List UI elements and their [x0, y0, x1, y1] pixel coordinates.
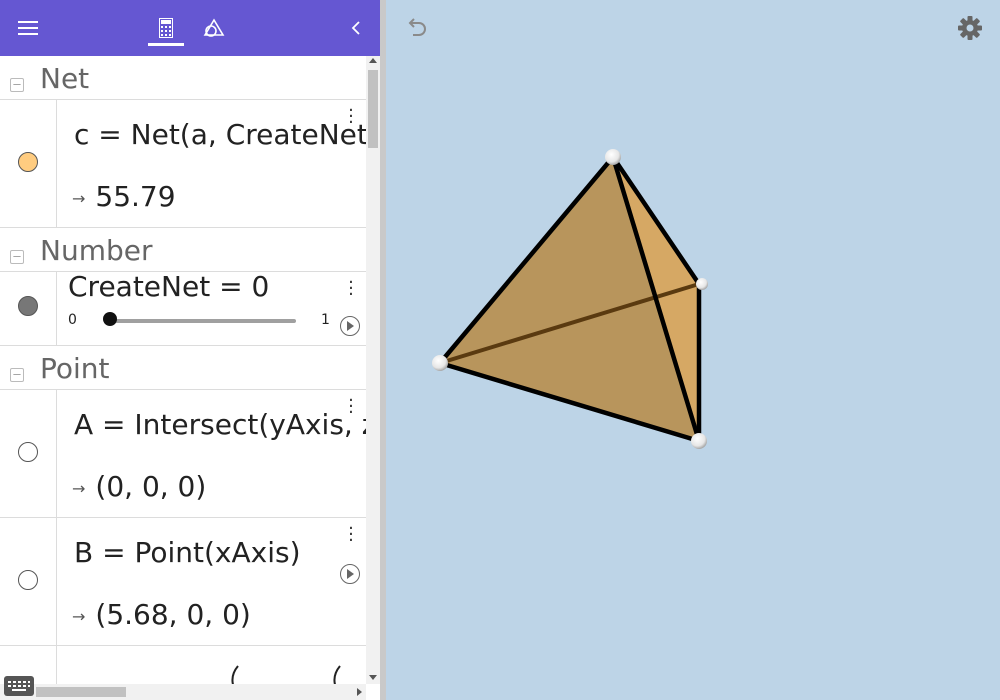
list-item[interactable]: A = Intersect(yAxis, z → (0, 0, 0) · · · — [0, 390, 366, 518]
keyboard-icon[interactable] — [4, 676, 34, 696]
output-text: 55.79 — [95, 180, 176, 213]
list-item[interactable]: CreateNet = 0 0 1 · · · — [0, 270, 366, 346]
visibility-toggle[interactable] — [18, 442, 38, 462]
visibility-toggle[interactable] — [18, 296, 38, 316]
more-options-icon[interactable]: · · · — [344, 520, 358, 550]
algebra-view: – Net c = Net(a, CreateNet → 55.79 · · · – … — [0, 0, 380, 700]
scroll-down-icon[interactable] — [369, 675, 377, 680]
slider-handle[interactable] — [103, 312, 117, 326]
definition[interactable]: A = Intersect(yAxis, z — [74, 408, 366, 441]
definition[interactable]: c = Net(a, CreateNet — [74, 118, 366, 151]
more-options-icon[interactable]: · · · — [344, 392, 358, 422]
marble-column — [0, 518, 57, 645]
output-text: (5.68, 0, 0) — [95, 598, 251, 631]
output-value: → (0, 0, 0) — [72, 470, 206, 503]
scroll-up-icon[interactable] — [369, 58, 377, 63]
more-options-icon[interactable]: · · · — [344, 274, 358, 304]
play-icon[interactable] — [340, 316, 360, 336]
clipped-definition — [231, 665, 341, 684]
output-value: → (5.68, 0, 0) — [72, 598, 251, 631]
point-vertex[interactable] — [696, 278, 708, 290]
output-value: → 55.79 — [72, 180, 176, 213]
list-item[interactable]: c = Net(a, CreateNet → 55.79 · · · — [0, 100, 366, 228]
undo-icon[interactable] — [404, 14, 430, 40]
collapse-icon[interactable]: – — [10, 250, 24, 264]
output-arrow: → — [72, 606, 86, 626]
toolbar — [0, 0, 380, 56]
slider-track[interactable] — [110, 319, 296, 323]
scroll-thumb[interactable] — [36, 687, 126, 697]
visibility-toggle[interactable] — [18, 152, 38, 172]
active-tab-indicator — [148, 43, 184, 46]
collapse-icon[interactable]: – — [10, 78, 24, 92]
definition[interactable]: B = Point(xAxis) — [74, 536, 301, 569]
point-vertex[interactable] — [605, 149, 621, 165]
gear-icon[interactable] — [956, 14, 984, 42]
marble-column — [0, 390, 57, 517]
algebra-list: – Net c = Net(a, CreateNet → 55.79 · · · – … — [0, 56, 366, 684]
graphics-3d-view[interactable] — [386, 0, 1000, 700]
chevron-left-icon[interactable] — [344, 14, 368, 42]
definition[interactable]: CreateNet = 0 — [68, 270, 269, 303]
point-vertex[interactable] — [691, 433, 707, 449]
geometry-tools-icon[interactable] — [198, 12, 230, 44]
marble-column — [0, 100, 57, 227]
group-title: Number — [40, 234, 153, 267]
calculator-icon[interactable] — [150, 12, 182, 44]
scroll-thumb[interactable] — [368, 70, 378, 148]
group-header-point[interactable]: – Point — [0, 346, 366, 390]
group-header-number[interactable]: – Number — [0, 228, 366, 272]
group-title: Net — [40, 62, 90, 95]
slider-min: 0 — [68, 312, 77, 328]
vertical-scrollbar[interactable] — [366, 56, 380, 684]
output-text: (0, 0, 0) — [95, 470, 207, 503]
slider-max: 1 — [321, 312, 330, 328]
group-title: Point — [40, 352, 110, 385]
collapse-icon[interactable]: – — [10, 368, 24, 382]
group-header-net[interactable]: – Net — [0, 56, 366, 100]
visibility-toggle[interactable] — [18, 570, 38, 590]
output-arrow: → — [72, 478, 86, 498]
list-item[interactable] — [0, 646, 366, 684]
list-item[interactable]: B = Point(xAxis) → (5.68, 0, 0) · · · — [0, 518, 366, 646]
point-vertex[interactable] — [432, 355, 448, 371]
hamburger-menu-icon[interactable] — [14, 14, 42, 42]
more-options-icon[interactable]: · · · — [344, 102, 358, 132]
output-arrow: → — [72, 188, 86, 208]
horizontal-scrollbar[interactable] — [0, 684, 366, 700]
marble-column — [0, 272, 57, 345]
scroll-right-icon[interactable] — [357, 688, 362, 696]
tetrahedron-scene[interactable] — [386, 0, 1000, 700]
play-icon[interactable] — [340, 564, 360, 584]
